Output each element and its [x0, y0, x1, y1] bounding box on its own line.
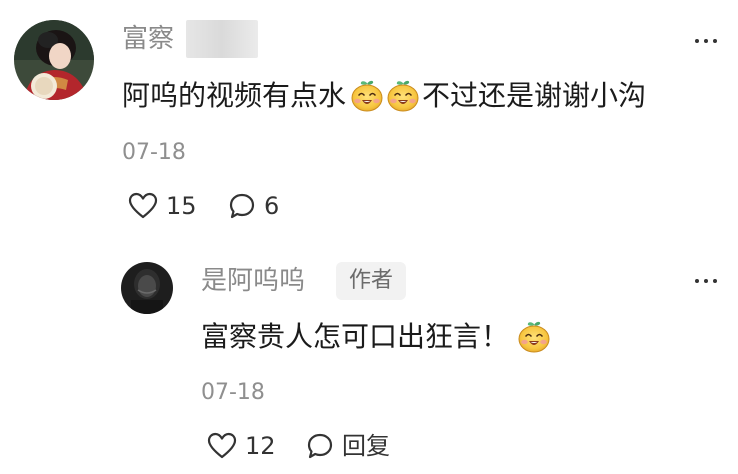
reply-label: 回复 [342, 432, 390, 460]
reply-button[interactable]: 回复 [306, 432, 390, 460]
like-count: 15 [166, 192, 197, 220]
reply-more-button[interactable] [695, 279, 717, 283]
ellipsis-dot [695, 39, 699, 43]
grin-emoji-icon [518, 321, 550, 353]
reply-date: 07-18 [201, 380, 265, 405]
speech-bubble-icon [229, 193, 255, 219]
reply-text-body: 富察贵人怎可口出狂言！ [201, 320, 510, 353]
avatar[interactable] [14, 20, 94, 100]
comment-text: 阿呜的视频有点水 不过还是谢谢小沟 [122, 79, 646, 113]
comment-date: 07-18 [122, 140, 186, 165]
reply-count-button[interactable]: 6 [228, 192, 279, 220]
comment-username[interactable]: 富察 [122, 24, 174, 54]
reply-text: 富察贵人怎可口出狂言！ [201, 320, 551, 354]
speech-bubble-icon [307, 433, 333, 459]
grin-emoji-icon [387, 80, 419, 112]
like-button[interactable]: 15 [128, 192, 197, 220]
reply-avatar[interactable] [121, 262, 173, 314]
heart-outline-icon [128, 192, 158, 219]
comment-text-part2: 不过还是谢谢小沟 [422, 79, 647, 112]
reply-like-count: 12 [245, 432, 276, 460]
username-redaction [186, 20, 258, 58]
ellipsis-dot [704, 279, 708, 283]
ellipsis-dot [713, 39, 717, 43]
ellipsis-dot [695, 279, 699, 283]
author-badge: 作者 [336, 262, 407, 300]
ellipsis-dot [704, 39, 708, 43]
grin-emoji-icon [351, 80, 383, 112]
comment-more-button[interactable] [695, 39, 717, 43]
comment-text-part1: 阿呜的视频有点水 [122, 79, 347, 112]
ellipsis-dot [713, 279, 717, 283]
heart-outline-icon [207, 432, 237, 459]
reply-count: 6 [264, 192, 280, 220]
reply-username[interactable]: 是阿呜呜 [201, 266, 305, 296]
reply-like-button[interactable]: 12 [207, 432, 276, 460]
